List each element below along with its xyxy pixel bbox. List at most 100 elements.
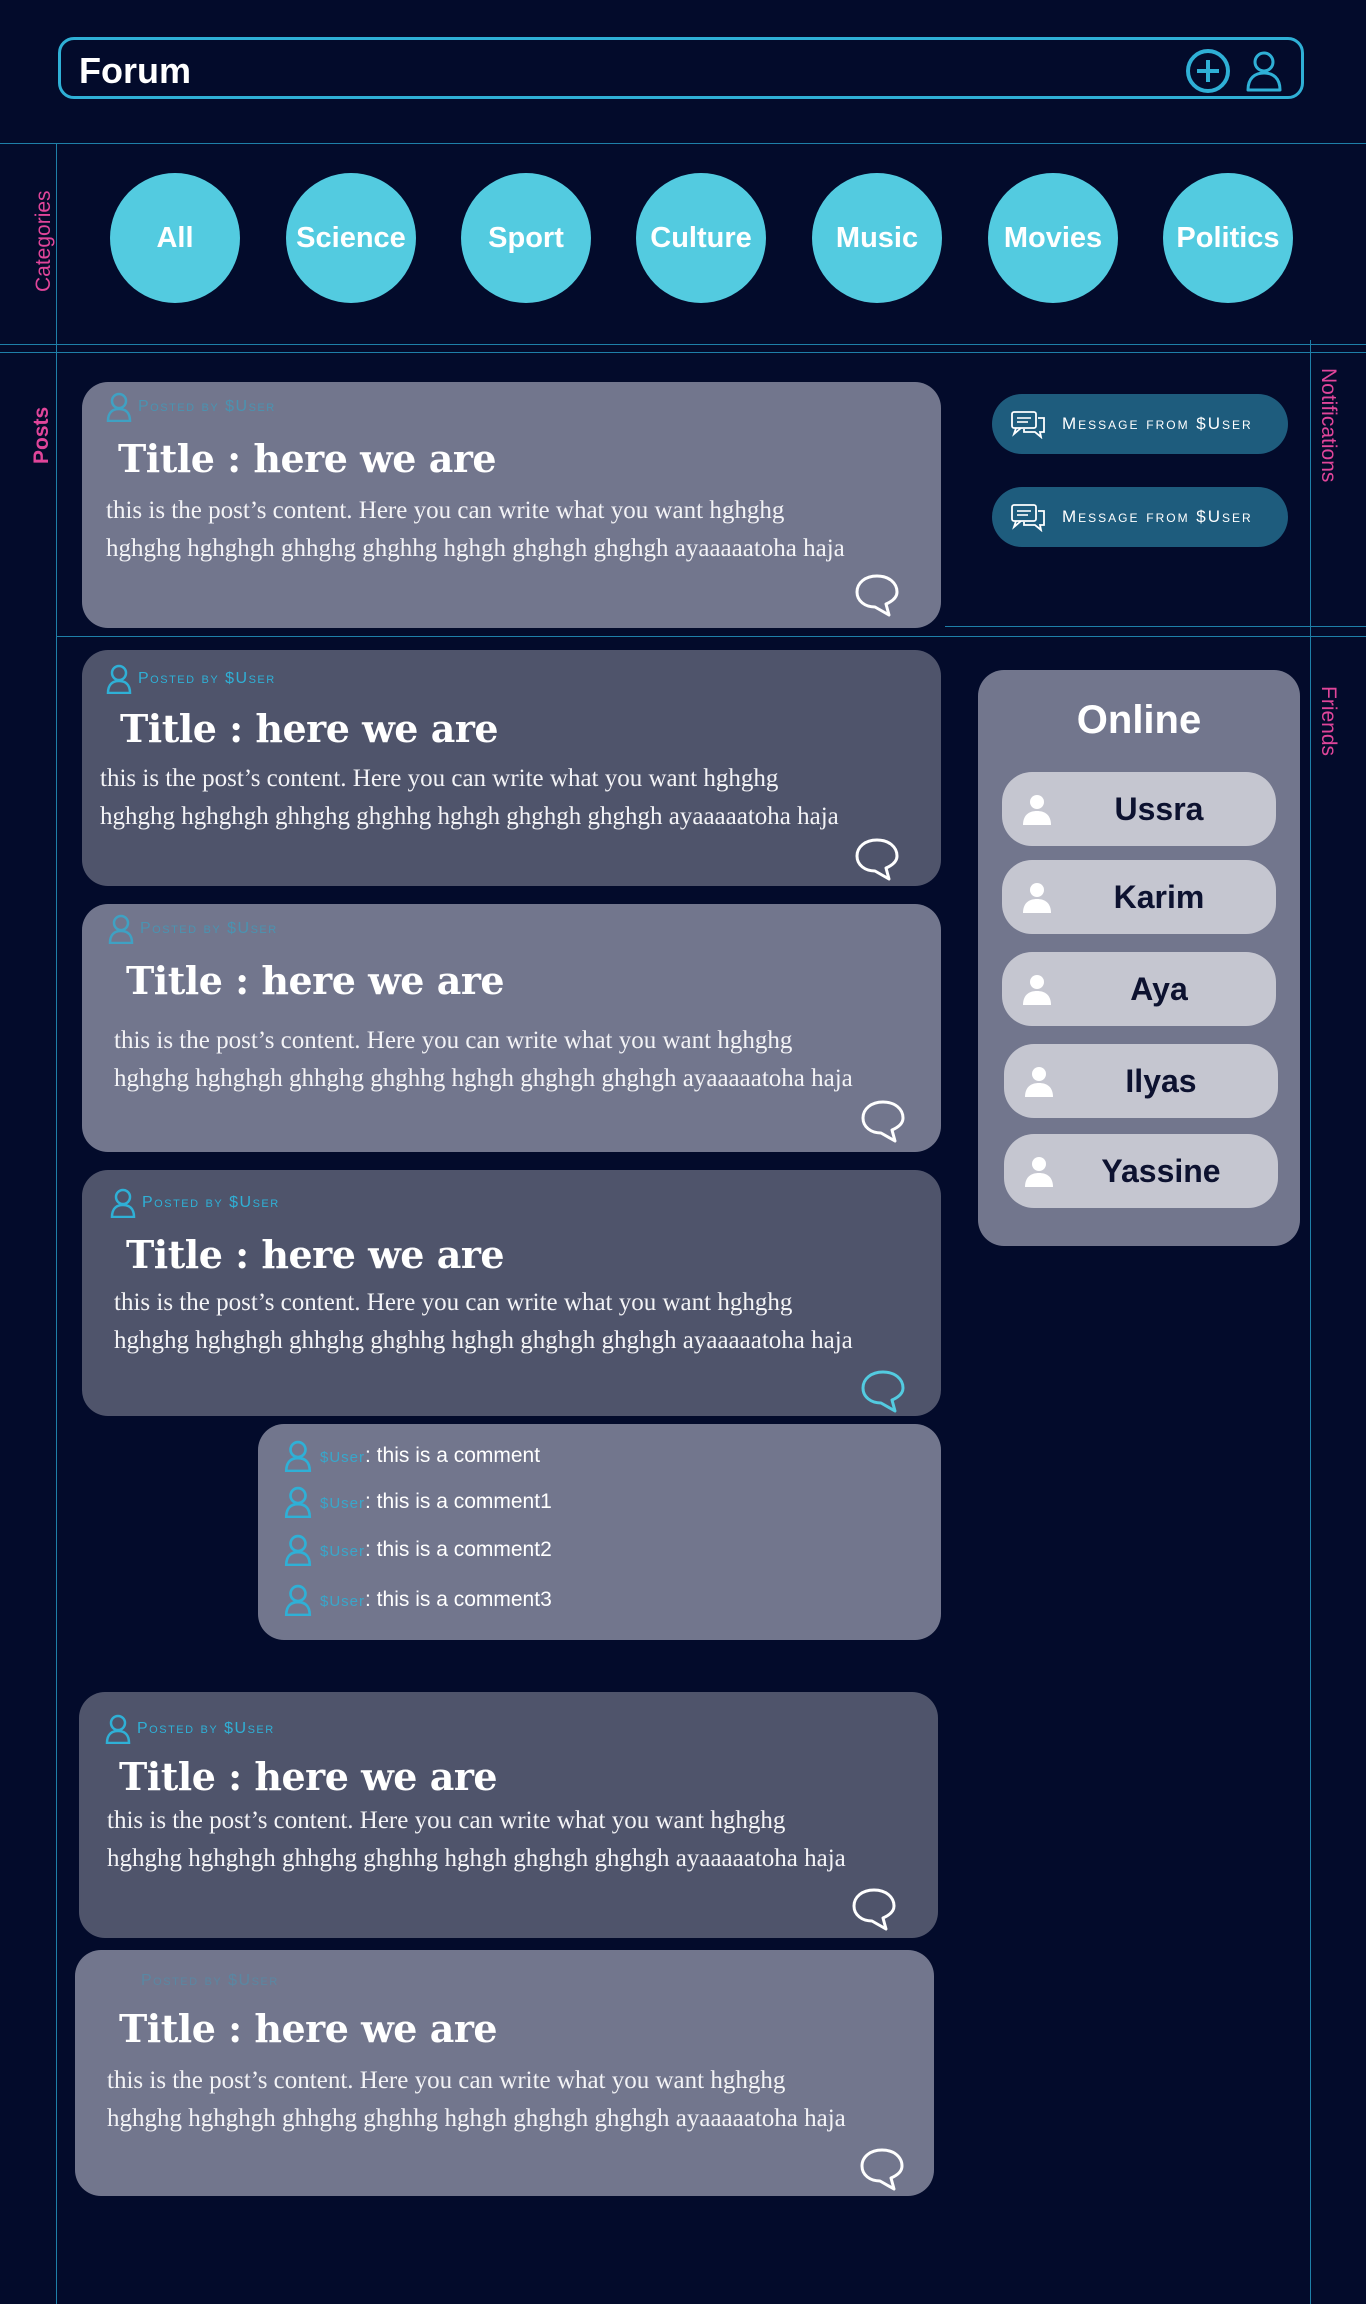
divider-line (56, 636, 1366, 637)
comment-text: : this is a comment2 (365, 1538, 552, 1561)
person-icon (1025, 1067, 1053, 1097)
friend-name: Aya (1130, 970, 1188, 1007)
post-content: this is the post’s content. Here you can… (114, 1284, 944, 1360)
comment-author[interactable]: $User (320, 1593, 365, 1610)
person-icon (1023, 975, 1051, 1005)
comment-text: : this is a comment3 (365, 1588, 552, 1611)
comment-item: $User: this is a comment (284, 1440, 540, 1472)
post-content-line: this is the post’s content. Here you can… (100, 765, 779, 792)
notification-text: Message from $User (1062, 507, 1253, 526)
post-author-text: Posted by $User (141, 1972, 279, 1989)
friend-item-ussra[interactable]: Ussra (1002, 772, 1276, 846)
post-content-line: hghghg hghghgh ghhghg ghghhg hghgh ghghg… (107, 1845, 846, 1872)
post-author-text: Posted by $User (138, 670, 276, 687)
post-content-line: this is the post’s content. Here you can… (114, 1289, 793, 1316)
notification-item[interactable]: Message from $User (992, 394, 1288, 454)
friend-name: Yassine (1101, 1152, 1221, 1189)
post-author-text: Posted by $User (140, 920, 278, 937)
user-icon (284, 1584, 312, 1616)
friend-name: Ilyas (1125, 1062, 1197, 1099)
comment-icon[interactable] (859, 1098, 907, 1144)
top-bar: Forum (58, 37, 1304, 99)
post-card[interactable]: Posted by $User Title : here we are this… (75, 1950, 934, 2196)
user-icon (106, 392, 132, 422)
category-politics[interactable]: Politics (1163, 173, 1293, 303)
friend-item-yassine[interactable]: Yassine (1004, 1134, 1278, 1208)
post-card[interactable]: Posted by $User Title : here we are this… (79, 1692, 938, 1938)
app-title: Forum (79, 50, 191, 91)
category-culture[interactable]: Culture (636, 173, 766, 303)
friends-label: Friends (1317, 686, 1340, 757)
post-author: Posted by $User (110, 1188, 280, 1218)
user-icon (284, 1534, 312, 1566)
post-author-text: Posted by $User (138, 398, 276, 415)
comment-item: $User: this is a comment3 (284, 1584, 552, 1616)
category-all[interactable]: All (110, 173, 240, 303)
post-content-line: this is the post’s content. Here you can… (114, 1027, 793, 1054)
comment-author[interactable]: $User (320, 1543, 365, 1560)
post-card[interactable]: Posted by $User Title : here we are this… (82, 1170, 941, 1416)
post-content: this is the post’s content. Here you can… (106, 492, 936, 568)
person-icon (1023, 795, 1051, 825)
posts-label: Posts (30, 406, 53, 464)
user-icon (110, 1188, 136, 1218)
divider-line (56, 143, 57, 2304)
user-icon (284, 1440, 312, 1472)
friend-item-karim[interactable]: Karim (1002, 860, 1276, 934)
category-sport[interactable]: Sport (461, 173, 591, 303)
post-content-line: hghghg hghghgh ghhghg ghghhg hghgh ghghg… (114, 1065, 853, 1092)
comment-icon[interactable] (858, 2146, 906, 2192)
post-author-text: Posted by $User (142, 1194, 280, 1211)
category-science[interactable]: Science (286, 173, 416, 303)
person-icon (1023, 883, 1051, 913)
category-music[interactable]: Music (812, 173, 942, 303)
comment-icon[interactable] (850, 1886, 898, 1932)
notification-item[interactable]: Message from $User (992, 487, 1288, 547)
post-title[interactable]: Title : here we are (126, 1232, 505, 1277)
post-title[interactable]: Title : here we are (118, 436, 497, 481)
user-icon (105, 1714, 131, 1744)
category-movies[interactable]: Movies (988, 173, 1118, 303)
notifications-label: Notifications (1317, 368, 1340, 483)
comment-text: : this is a comment1 (365, 1490, 552, 1513)
friend-item-ilyas[interactable]: Ilyas (1004, 1044, 1278, 1118)
post-title[interactable]: Title : here we are (119, 2006, 498, 2051)
comment-icon[interactable] (853, 572, 901, 618)
divider-line (0, 344, 1366, 345)
comment-author[interactable]: $User (320, 1449, 365, 1466)
comment-author[interactable]: $User (320, 1495, 365, 1512)
post-content: this is the post’s content. Here you can… (107, 2062, 937, 2138)
post-content-line: this is the post’s content. Here you can… (107, 1807, 786, 1834)
online-friends-panel: Online Ussra Karim Aya Ilyas Yassine (978, 670, 1300, 1246)
friend-name: Karim (1113, 878, 1205, 915)
post-title[interactable]: Title : here we are (119, 1754, 498, 1799)
user-icon (284, 1486, 312, 1518)
post-author: Posted by $User (141, 1972, 279, 1990)
post-title[interactable]: Title : here we are (120, 706, 499, 751)
chat-bubbles-icon (1011, 504, 1045, 532)
post-title[interactable]: Title : here we are (126, 958, 505, 1003)
post-content-line: this is the post’s content. Here you can… (106, 497, 785, 524)
user-profile-icon[interactable] (1241, 48, 1287, 94)
post-author-text: Posted by $User (137, 1720, 275, 1737)
post-author: Posted by $User (106, 664, 276, 694)
notification-text: Message from $User (1062, 414, 1253, 433)
post-content-line: hghghg hghghgh ghhghg ghghhg hghgh ghghg… (114, 1327, 853, 1354)
comment-icon[interactable] (853, 836, 901, 882)
user-icon (106, 664, 132, 694)
post-card[interactable]: Posted by $User Title : here we are this… (82, 382, 941, 628)
divider-line (945, 626, 1366, 627)
friend-item-aya[interactable]: Aya (1002, 952, 1276, 1026)
post-content: this is the post’s content. Here you can… (107, 1802, 937, 1878)
add-post-icon[interactable] (1185, 48, 1231, 94)
post-card[interactable]: Posted by $User Title : here we are this… (82, 650, 941, 886)
comment-icon[interactable] (859, 1368, 907, 1414)
post-author: Posted by $User (106, 392, 276, 422)
comment-text: : this is a comment (365, 1444, 541, 1467)
post-content-line: this is the post’s content. Here you can… (107, 2067, 786, 2094)
comments-panel: $User: this is a comment $User: this is … (258, 1424, 941, 1640)
post-card[interactable]: Posted by $User Title : here we are this… (82, 904, 941, 1152)
post-content-line: hghghg hghghgh ghhghg ghghhg hghgh ghghg… (106, 535, 845, 562)
post-author: Posted by $User (108, 914, 278, 944)
comment-item: $User: this is a comment2 (284, 1534, 552, 1566)
